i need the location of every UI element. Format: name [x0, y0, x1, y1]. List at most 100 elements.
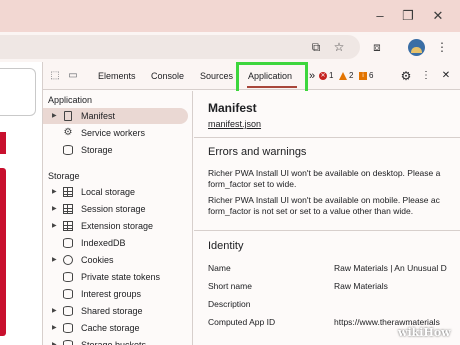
- sidebar-item-label: Session storage: [81, 204, 146, 214]
- devtools-panel: ⬚ ▭ Elements Console Sources Application…: [42, 62, 460, 345]
- expand-arrow-icon[interactable]: ▶: [52, 320, 57, 336]
- divider: [194, 137, 460, 138]
- sidebar-item-label: Cookies: [81, 255, 114, 265]
- page-accent-panel: [0, 168, 6, 336]
- device-toolbar-icon[interactable]: ▭: [66, 69, 80, 83]
- expand-arrow-icon[interactable]: ▶: [52, 108, 57, 124]
- field-value-short-name: Raw Materials: [334, 281, 388, 291]
- cookie-icon: [63, 255, 73, 265]
- grid-icon: [63, 221, 73, 231]
- expand-arrow-icon[interactable]: ▶: [52, 218, 57, 234]
- expand-arrow-icon[interactable]: ▶: [52, 303, 57, 319]
- divider: [194, 230, 460, 231]
- sidebar-item-private-state-tokens[interactable]: Private state tokens: [43, 269, 193, 285]
- browser-titlebar: – ❐ ✕: [0, 0, 460, 32]
- manifest-panel: Manifest manifest.json Errors and warnin…: [194, 91, 460, 345]
- sidebar-item-label: Private state tokens: [81, 272, 161, 282]
- errors-warnings-header: Errors and warnings: [208, 146, 307, 158]
- file-icon: [64, 111, 72, 121]
- info-count: 6: [369, 71, 374, 80]
- warning-2-line-2: form_factor is not set or set to a value…: [208, 206, 414, 216]
- warning-1-line-1: Richer PWA Install UI won't be available…: [208, 168, 441, 178]
- info-count-badge[interactable]: i 6: [359, 70, 373, 82]
- address-bar[interactable]: [0, 35, 360, 59]
- close-devtools-icon[interactable]: ✕: [439, 69, 453, 83]
- section-header-storage: Storage: [48, 171, 80, 181]
- warning-1-line-2: form_factor set to wide.: [208, 179, 297, 189]
- sidebar-item-label: Extension storage: [81, 221, 154, 231]
- sidebar-item-label: IndexedDB: [81, 238, 126, 248]
- database-icon: [63, 238, 73, 248]
- close-icon[interactable]: ✕: [428, 6, 448, 26]
- error-icon: ✕: [319, 72, 327, 80]
- field-label-short-name: Short name: [208, 281, 252, 291]
- sidebar-item-label: Shared storage: [81, 306, 143, 316]
- star-icon[interactable]: ☆: [331, 39, 347, 55]
- gear-icon: ⚙: [63, 127, 73, 138]
- field-label-name: Name: [208, 263, 231, 273]
- sidebar-item-shared-storage[interactable]: ▶ Shared storage: [43, 303, 193, 319]
- restore-icon[interactable]: ❐: [398, 6, 418, 26]
- inspect-element-icon[interactable]: ⬚: [48, 69, 62, 83]
- application-sidebar: Application ▶ Manifest ⚙ Service workers…: [43, 91, 193, 345]
- sidebar-item-service-workers[interactable]: ⚙ Service workers: [43, 125, 193, 141]
- minimize-icon[interactable]: –: [370, 6, 390, 26]
- sidebar-item-session-storage[interactable]: ▶ Session storage: [43, 201, 193, 217]
- section-header-application: Application: [48, 95, 93, 105]
- devtools-menu-icon[interactable]: ⋮: [419, 69, 433, 83]
- sidebar-item-label: Storage: [81, 145, 113, 155]
- grid-icon: [63, 187, 73, 197]
- tab-console[interactable]: Console: [151, 62, 184, 90]
- tab-sources[interactable]: Sources: [200, 62, 233, 90]
- sidebar-item-label: Interest groups: [81, 289, 142, 299]
- field-value-name: Raw Materials | An Unusual D: [334, 263, 447, 273]
- warning-count-badge[interactable]: 2: [339, 70, 353, 82]
- error-count: 1: [329, 71, 334, 80]
- settings-gear-icon[interactable]: ⚙: [399, 69, 413, 83]
- warning-2-line-1: Richer PWA Install UI won't be available…: [208, 195, 440, 205]
- expand-arrow-icon[interactable]: ▶: [52, 201, 57, 217]
- sidebar-item-manifest[interactable]: ▶ Manifest: [43, 108, 188, 124]
- database-icon: [63, 340, 73, 345]
- identity-header: Identity: [208, 240, 244, 252]
- error-count-badge[interactable]: ✕ 1: [319, 70, 333, 82]
- sidebar-item-extension-storage[interactable]: ▶ Extension storage: [43, 218, 193, 234]
- sidebar-item-local-storage[interactable]: ▶ Local storage: [43, 184, 193, 200]
- sidebar-item-interest-groups[interactable]: Interest groups: [43, 286, 193, 302]
- install-app-icon[interactable]: ⧉: [308, 39, 324, 55]
- field-label-description: Description: [208, 299, 251, 309]
- database-icon: [63, 272, 73, 282]
- profile-avatar[interactable]: [408, 39, 425, 56]
- database-icon: [63, 145, 73, 155]
- sidebar-item-label: Service workers: [81, 128, 146, 138]
- manifest-link[interactable]: manifest.json: [208, 119, 261, 129]
- grid-icon: [63, 204, 73, 214]
- expand-arrow-icon[interactable]: ▶: [52, 252, 57, 268]
- sidebar-item-storage-buckets[interactable]: ▶ Storage buckets: [43, 337, 193, 345]
- page-accent-bar: [0, 132, 6, 154]
- browser-toolbar: ⧉ ☆ ⧈ ⋮: [0, 32, 460, 62]
- extensions-icon[interactable]: ⧈: [369, 39, 385, 55]
- expand-arrow-icon[interactable]: ▶: [52, 337, 57, 345]
- info-icon: i: [359, 72, 367, 80]
- page-title: Manifest: [208, 101, 257, 115]
- sidebar-item-label: Cache storage: [81, 323, 140, 333]
- web-page: [0, 62, 42, 345]
- warning-count: 2: [349, 71, 354, 80]
- sidebar-item-indexeddb[interactable]: IndexedDB: [43, 235, 193, 251]
- menu-icon[interactable]: ⋮: [434, 39, 450, 55]
- sidebar-item-cache-storage[interactable]: ▶ Cache storage: [43, 320, 193, 336]
- sidebar-item-label: Manifest: [81, 111, 116, 121]
- tab-elements[interactable]: Elements: [98, 62, 136, 90]
- warning-icon: [339, 72, 347, 80]
- expand-arrow-icon[interactable]: ▶: [52, 184, 57, 200]
- page-card: [0, 68, 36, 116]
- wikihow-watermark: wikiHow: [398, 326, 451, 339]
- field-label-computed-app-id: Computed App ID: [208, 317, 276, 327]
- database-icon: [63, 306, 73, 316]
- sidebar-item-storage[interactable]: Storage: [43, 142, 193, 158]
- sidebar-item-label: Local storage: [81, 187, 136, 197]
- database-icon: [63, 289, 73, 299]
- database-icon: [63, 323, 73, 333]
- sidebar-item-cookies[interactable]: ▶ Cookies: [43, 252, 193, 268]
